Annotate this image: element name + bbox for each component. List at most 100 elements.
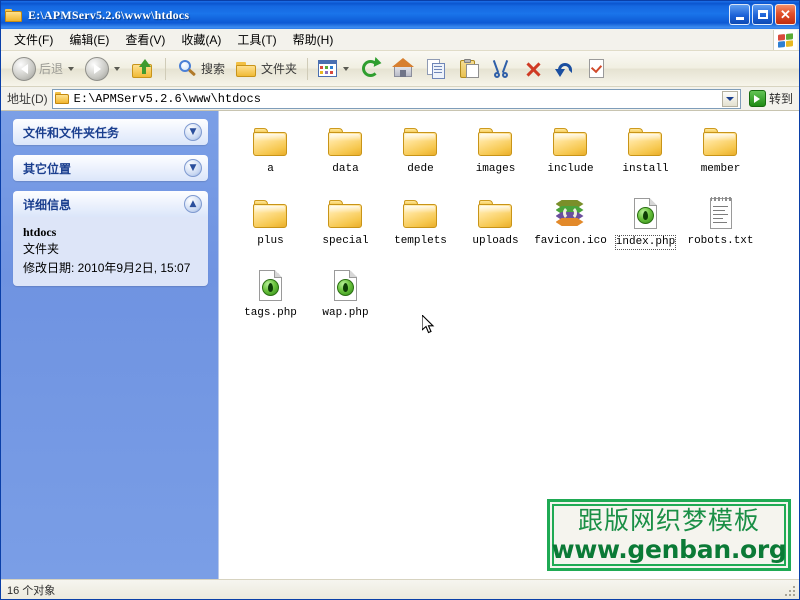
file-item[interactable]: tags.php (233, 265, 308, 337)
forward-button[interactable] (80, 54, 125, 84)
file-grid: a data dede images include install member plus s… (233, 121, 799, 337)
file-item[interactable]: dede (383, 121, 458, 193)
file-item-label: robots.txt (686, 235, 754, 248)
menu-file[interactable]: 文件(F) (6, 29, 61, 50)
up-icon (131, 58, 155, 80)
details-modified: 修改日期: 2010年9月2日, 15:07 (23, 261, 198, 276)
file-item-label: wap.php (321, 307, 369, 320)
minimize-button[interactable] (729, 4, 750, 25)
search-button[interactable]: 搜索 (171, 54, 230, 84)
delete-button[interactable] (518, 54, 548, 84)
file-item[interactable]: plus (233, 193, 308, 265)
copy-button[interactable] (421, 54, 453, 84)
file-item[interactable]: special (308, 193, 383, 265)
menu-favorites[interactable]: 收藏(A) (173, 29, 229, 50)
chevron-down-icon[interactable]: ▼ (184, 159, 202, 177)
file-item[interactable]: install (608, 121, 683, 193)
maximize-button[interactable] (752, 4, 773, 25)
file-item[interactable]: favicon.ico (533, 193, 608, 265)
properties-icon (587, 59, 607, 79)
back-icon (12, 57, 36, 81)
file-item-label: uploads (471, 235, 519, 248)
file-item-label: tags.php (243, 307, 298, 320)
status-bar: 16 个对象 (1, 579, 799, 599)
file-item[interactable]: robots.txt (683, 193, 758, 265)
toolbar: 后退 搜索 文件夹 (1, 51, 799, 87)
file-list-pane[interactable]: a data dede images include install member plus s… (219, 111, 799, 579)
file-item-label: special (321, 235, 369, 248)
title-bar: E:\APMServ5.2.6\www\htdocs ✕ (1, 1, 799, 29)
file-item-label: plus (256, 235, 284, 248)
menu-view[interactable]: 查看(V) (117, 29, 173, 50)
address-dropdown-button[interactable] (722, 91, 738, 107)
file-item-label: a (266, 163, 275, 176)
paste-icon (459, 59, 481, 79)
panel-other-places[interactable]: 其它位置 ▼ (13, 155, 208, 181)
panel-file-tasks-title: 文件和文件夹任务 (23, 124, 119, 141)
text-file-icon (703, 197, 739, 231)
address-bar: 地址(D) E:\APMServ5.2.6\www\htdocs 转到 (1, 87, 799, 111)
chevron-down-icon[interactable]: ▼ (184, 123, 202, 141)
delete-icon (523, 59, 543, 79)
properties-button[interactable] (582, 54, 612, 84)
folder-icon (553, 125, 589, 159)
file-item-label: images (475, 163, 517, 176)
refresh-button[interactable] (355, 54, 387, 84)
menu-tools[interactable]: 工具(T) (229, 29, 284, 50)
watermark-line1: 跟版网织梦模板 (578, 506, 760, 536)
folder-icon (328, 197, 364, 231)
file-item-label: data (331, 163, 359, 176)
views-button[interactable] (313, 54, 354, 84)
file-item[interactable]: templets (383, 193, 458, 265)
icon-file-icon (553, 197, 589, 231)
folder-icon (403, 197, 439, 231)
close-button[interactable]: ✕ (775, 4, 796, 25)
file-item-label: favicon.ico (533, 235, 608, 248)
undo-icon (554, 59, 576, 79)
panel-details[interactable]: 详细信息 ▲ htdocs 文件夹 修改日期: 2010年9月2日, 15:07 (13, 191, 208, 286)
chevron-down-icon[interactable] (68, 67, 74, 71)
folder-icon (478, 125, 514, 159)
folder-icon (478, 197, 514, 231)
file-item-label: install (621, 163, 669, 176)
paste-button[interactable] (454, 54, 486, 84)
folders-icon (236, 59, 258, 79)
folders-label: 文件夹 (261, 60, 297, 77)
file-item[interactable]: member (683, 121, 758, 193)
home-button[interactable] (388, 54, 420, 84)
file-item[interactable]: include (533, 121, 608, 193)
details-body: htdocs 文件夹 修改日期: 2010年9月2日, 15:07 (13, 217, 208, 286)
chevron-down-icon[interactable] (343, 67, 349, 71)
details-name: htdocs (23, 225, 198, 240)
php-file-icon (253, 269, 289, 303)
file-item[interactable]: uploads (458, 193, 533, 265)
close-icon: ✕ (780, 8, 791, 21)
folders-button[interactable]: 文件夹 (231, 54, 302, 84)
go-button[interactable]: 转到 (745, 89, 797, 109)
windows-flag-icon (773, 30, 797, 50)
status-text: 16 个对象 (7, 582, 55, 598)
menu-edit[interactable]: 编辑(E) (61, 29, 117, 50)
chevron-down-icon[interactable] (114, 67, 120, 71)
undo-button[interactable] (549, 54, 581, 84)
go-arrow-icon (749, 90, 766, 107)
file-item[interactable]: images (458, 121, 533, 193)
file-item[interactable]: wap.php (308, 265, 383, 337)
watermark-badge: 跟版网织梦模板 www.genban.org (547, 499, 791, 571)
file-item[interactable]: index.php (608, 193, 683, 265)
panel-file-tasks[interactable]: 文件和文件夹任务 ▼ (13, 119, 208, 145)
file-item-label: index.php (615, 235, 676, 250)
address-input[interactable]: E:\APMServ5.2.6\www\htdocs (52, 89, 741, 109)
resize-grip-icon[interactable] (783, 584, 797, 598)
chevron-up-icon[interactable]: ▲ (184, 195, 202, 213)
file-item[interactable]: a (233, 121, 308, 193)
menu-help[interactable]: 帮助(H) (285, 29, 342, 50)
content-area: 文件和文件夹任务 ▼ 其它位置 ▼ 详细信息 ▲ htdocs 文件夹 修改 (1, 111, 799, 579)
up-button[interactable] (126, 54, 160, 84)
cut-button[interactable] (487, 54, 517, 84)
address-label: 地址(D) (7, 90, 48, 107)
folder-icon (703, 125, 739, 159)
file-item[interactable]: data (308, 121, 383, 193)
back-button[interactable]: 后退 (7, 54, 79, 84)
file-item-label: member (700, 163, 742, 176)
